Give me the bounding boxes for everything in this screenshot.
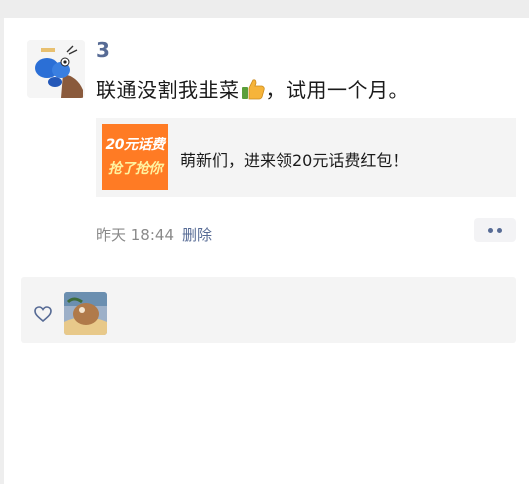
post-author-name[interactable]: 3 [96, 38, 110, 62]
thumb-text-line1: 20元话费 [105, 137, 165, 153]
more-options-button[interactable] [474, 218, 516, 242]
left-edge [0, 18, 4, 484]
status-bar [0, 0, 529, 18]
post-time: 昨天 18:44 [96, 226, 174, 244]
link-thumbnail: 20元话费 抢了抢你 [102, 124, 168, 190]
delete-button[interactable]: 删除 [182, 224, 212, 245]
post-text-part1: 联通没割我韭菜 [96, 78, 240, 102]
dot-icon [497, 228, 502, 233]
liker-avatar[interactable] [64, 292, 107, 335]
avatar[interactable] [27, 40, 85, 98]
heart-outline-icon [34, 306, 52, 322]
shared-link-card[interactable]: 20元话费 抢了抢你 萌新们，进来领20元话费红包！ [96, 118, 516, 197]
link-title: 萌新们，进来领20元话费红包！ [180, 151, 409, 170]
thumbs-up-icon [241, 79, 265, 100]
post-text: 联通没割我韭菜 ，试用一个月。 [96, 74, 409, 103]
likes-section [21, 277, 516, 343]
bug-avatar-icon [27, 40, 85, 98]
dot-icon [488, 228, 493, 233]
thumb-text-line2: 抢了抢你 [108, 161, 163, 177]
post-text-part2: ，试用一个月。 [265, 78, 409, 102]
liker-photo-icon [64, 292, 107, 335]
